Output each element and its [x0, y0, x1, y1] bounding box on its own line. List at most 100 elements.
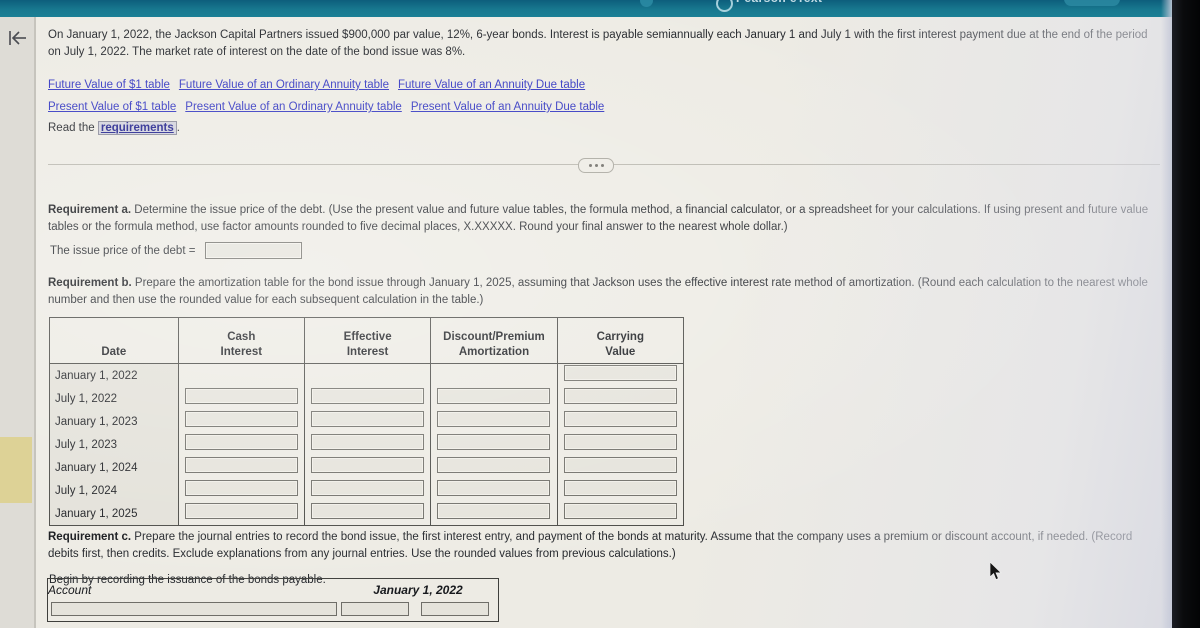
- amortization-value-cell[interactable]: [304, 433, 432, 456]
- amortization-value-cell[interactable]: [557, 479, 683, 502]
- column-header-line1: Carrying: [596, 331, 644, 343]
- cash-interest-input[interactable]: [184, 434, 298, 450]
- table-row: July 1, 2024: [49, 479, 684, 502]
- cash-interest-input[interactable]: [184, 411, 298, 427]
- issue-price-label: The issue price of the debt =: [50, 244, 196, 257]
- screen-bezel: [1161, 0, 1172, 628]
- amortization-value-cell[interactable]: [178, 479, 305, 502]
- requirement-b-label: Requirement b.: [48, 277, 132, 289]
- column-header-line1: Cash: [227, 331, 256, 343]
- link-future-value-of-1[interactable]: Future Value of $1 table: [48, 79, 170, 91]
- problem-content: On January 1, 2022, the Jackson Capital …: [48, 17, 1163, 628]
- amortization-value-cell[interactable]: [557, 502, 683, 526]
- amortization-value-cell[interactable]: [430, 433, 558, 456]
- amortization-value-cell[interactable]: [557, 364, 683, 388]
- amortization-value-cell[interactable]: [178, 410, 305, 433]
- effective-interest-input[interactable]: [311, 388, 425, 404]
- column-header-line2: Date: [101, 346, 127, 358]
- app-header-bar: Pearson eText: [0, 0, 1172, 17]
- journal-header-row: Account January 1, 2022: [48, 579, 499, 602]
- requirement-a-body: Determine the issue price of the debt. (…: [48, 204, 1149, 233]
- journal-amount-cell[interactable]: [338, 601, 418, 622]
- cash-interest-input[interactable]: [184, 480, 298, 496]
- carrying-value-input[interactable]: [563, 388, 677, 404]
- journal-account-cell[interactable]: [48, 601, 339, 622]
- amortization-input[interactable]: [437, 411, 551, 427]
- amortization-value-cell[interactable]: [304, 502, 432, 526]
- amortization-value-cell[interactable]: [178, 502, 305, 526]
- link-present-value-ordinary-annuity[interactable]: Present Value of an Ordinary Annuity tab…: [185, 101, 402, 113]
- journal-amount-cell[interactable]: [418, 601, 499, 622]
- amortization-input[interactable]: [437, 388, 551, 404]
- cash-interest-input[interactable]: [184, 457, 298, 473]
- amortization-value-cell[interactable]: [304, 479, 432, 502]
- amortization-value-cell[interactable]: [178, 456, 305, 479]
- journal-date-header: January 1, 2022: [373, 583, 463, 597]
- effective-interest-input[interactable]: [311, 480, 425, 496]
- amortization-input[interactable]: [437, 434, 551, 450]
- device-screen: Pearson eText On January 1, 2022, the Ja…: [0, 0, 1172, 628]
- journal-account-input[interactable]: [51, 602, 337, 616]
- amortization-value-cell[interactable]: [430, 479, 558, 502]
- link-future-value-annuity-due[interactable]: Future Value of an Annuity Due table: [398, 79, 585, 91]
- link-present-value-annuity-due[interactable]: Present Value of an Annuity Due table: [411, 101, 605, 113]
- back-to-start-icon[interactable]: [7, 28, 29, 48]
- column-header-line1: Discount/Premium: [443, 331, 545, 343]
- requirement-a-label: Requirement a.: [48, 204, 132, 216]
- carrying-value-input[interactable]: [563, 365, 677, 381]
- requirement-b-text: Requirement b. Prepare the amortization …: [48, 275, 1160, 309]
- journal-entry-table: Account January 1, 2022: [47, 578, 499, 622]
- amortization-value-cell[interactable]: [430, 502, 558, 526]
- amortization-column-header: Date: [49, 317, 179, 364]
- amortization-value-cell[interactable]: [304, 410, 432, 433]
- carrying-value-input[interactable]: [563, 411, 677, 427]
- issue-price-row: The issue price of the debt =: [50, 242, 303, 259]
- journal-debit-input[interactable]: [341, 602, 409, 616]
- effective-interest-input[interactable]: [311, 457, 425, 473]
- amortization-value-cell[interactable]: [178, 387, 305, 410]
- amortization-value-cell[interactable]: [304, 387, 432, 410]
- more-options-icon[interactable]: [578, 158, 614, 173]
- header-action-button[interactable]: [1064, 0, 1120, 6]
- amortization-date-cell: July 1, 2023: [49, 433, 179, 456]
- journal-entry-row: [48, 601, 499, 622]
- header-dot-icon: [640, 0, 653, 7]
- amortization-value-cell[interactable]: [557, 387, 683, 410]
- issue-price-input[interactable]: [205, 242, 303, 259]
- carrying-value-input[interactable]: [563, 503, 677, 519]
- amortization-input[interactable]: [437, 480, 551, 496]
- amortization-value-cell[interactable]: [557, 410, 683, 433]
- amortization-value-cell[interactable]: [557, 433, 683, 456]
- carrying-value-input[interactable]: [563, 457, 677, 473]
- carrying-value-input[interactable]: [563, 434, 677, 450]
- cash-interest-input[interactable]: [184, 388, 298, 404]
- amortization-input[interactable]: [437, 503, 551, 519]
- amortization-input[interactable]: [437, 457, 551, 473]
- link-future-value-ordinary-annuity[interactable]: Future Value of an Ordinary Annuity tabl…: [179, 79, 389, 91]
- cash-interest-input[interactable]: [184, 503, 298, 519]
- effective-interest-input[interactable]: [311, 434, 425, 450]
- amortization-column-header: Discount/Premium Amortization: [430, 317, 558, 364]
- amortization-value-cell[interactable]: [430, 387, 558, 410]
- column-header-line1: [50, 330, 178, 345]
- amortization-value-cell[interactable]: [304, 456, 432, 479]
- left-gutter: [0, 17, 34, 628]
- carrying-value-input[interactable]: [563, 480, 677, 496]
- amortization-value-cell[interactable]: [557, 456, 683, 479]
- table-row: January 1, 2024: [49, 456, 684, 479]
- requirements-link[interactable]: requirements: [97, 121, 177, 135]
- read-suffix-text: .: [176, 122, 180, 134]
- link-present-value-of-1[interactable]: Present Value of $1 table: [48, 101, 176, 113]
- amortization-date-cell: July 1, 2022: [49, 387, 179, 410]
- amortization-value-cell[interactable]: [178, 433, 305, 456]
- journal-credit-input[interactable]: [420, 602, 489, 616]
- amortization-date-cell: January 1, 2024: [49, 456, 179, 479]
- amortization-date-cell: January 1, 2025: [49, 502, 179, 526]
- effective-interest-input[interactable]: [311, 411, 425, 427]
- amortization-value-cell[interactable]: [430, 456, 558, 479]
- photo-dark-border: [1172, 0, 1200, 628]
- amortization-value-cell[interactable]: [430, 410, 558, 433]
- table-row: July 1, 2023: [49, 433, 684, 456]
- effective-interest-input[interactable]: [311, 503, 425, 519]
- amortization-header-row: Date Cash Interest Effective Interest Discoun…: [49, 317, 684, 364]
